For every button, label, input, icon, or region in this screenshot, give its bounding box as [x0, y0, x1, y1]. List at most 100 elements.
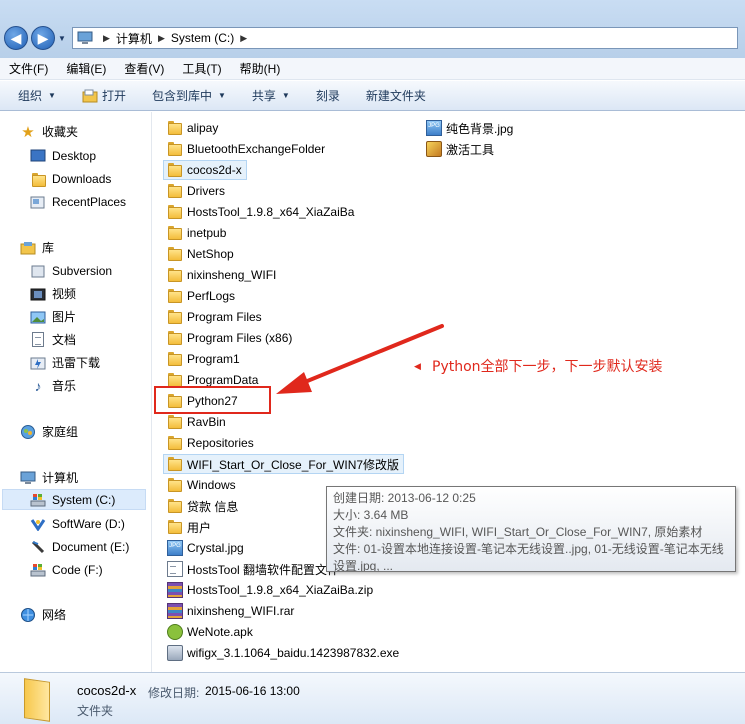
- nav-recent-places[interactable]: RecentPlaces: [30, 191, 126, 212]
- file-item-folder[interactable]: NetShop: [167, 244, 234, 264]
- file-item-folder[interactable]: cocos2d-x: [163, 160, 247, 180]
- organize-button[interactable]: 组织 ▼: [0, 87, 69, 104]
- file-item-image[interactable]: JPG 纯色背景.jpg: [426, 118, 513, 138]
- file-item-folder[interactable]: Program1: [167, 349, 240, 369]
- navigation-pane: ★ 收藏夹 Desktop Downloads RecentPlaces 库 S…: [0, 112, 152, 672]
- breadcrumb-system-c[interactable]: System (C:): [171, 31, 234, 45]
- jpg-image-icon: JPG: [167, 540, 183, 556]
- file-item-folder[interactable]: RavBin: [167, 412, 226, 432]
- menu-help[interactable]: 帮助(H): [231, 60, 290, 77]
- windows-drive-icon: [30, 492, 46, 508]
- file-item-archive[interactable]: HostsTool_1.9.8_x64_XiaZaiBa.zip: [167, 580, 373, 600]
- menu-view[interactable]: 查看(V): [115, 60, 173, 77]
- file-item-folder[interactable]: alipay: [167, 118, 218, 138]
- file-item-shortcut[interactable]: 激活工具: [426, 139, 494, 159]
- file-name: WIFI_Start_Or_Close_For_WIN7修改版: [187, 457, 400, 472]
- large-folder-icon: [20, 678, 50, 720]
- nav-subversion[interactable]: Subversion: [30, 260, 112, 281]
- file-name: cocos2d-x: [187, 163, 242, 177]
- file-item-folder[interactable]: WIFI_Start_Or_Close_For_WIN7修改版: [163, 454, 405, 474]
- nav-documents[interactable]: 文档: [30, 329, 76, 350]
- file-item-exe[interactable]: wifigx_3.1.1064_baidu.1423987832.exe: [167, 643, 399, 663]
- file-name: 激活工具: [446, 142, 495, 157]
- music-icon: ♪: [34, 377, 42, 394]
- nav-drive-system-c[interactable]: System (C:): [2, 489, 146, 510]
- include-in-library-button[interactable]: 包含到库中 ▼: [139, 87, 239, 104]
- nav-drive-code-f-label: Code (F:): [52, 562, 103, 577]
- nav-documents-label: 文档: [52, 333, 77, 347]
- back-button[interactable]: ◀: [4, 26, 28, 50]
- nav-thunder-downloads[interactable]: 迅雷下载: [30, 352, 100, 373]
- folder-icon: [167, 183, 183, 199]
- share-button[interactable]: 共享 ▼: [239, 87, 303, 104]
- file-item-folder[interactable]: PerfLogs: [167, 286, 235, 306]
- file-item-folder[interactable]: Repositories: [167, 433, 254, 453]
- file-name: HostsTool 翻墙软件配置文件: [187, 562, 340, 577]
- menu-edit[interactable]: 编辑(E): [57, 60, 115, 77]
- file-item-folder[interactable]: Program Files: [167, 307, 262, 327]
- file-item-folder[interactable]: 贷款 信息: [167, 496, 238, 516]
- nav-downloads[interactable]: Downloads: [30, 168, 111, 189]
- subversion-library-icon: [30, 263, 46, 279]
- documents-icon: [30, 332, 46, 348]
- recent-pages-dropdown-icon[interactable]: ▼: [58, 34, 66, 43]
- file-item-image[interactable]: JPG Crystal.jpg: [167, 538, 244, 558]
- nav-desktop[interactable]: Desktop: [30, 145, 96, 166]
- arrow-left-icon: ◀: [10, 30, 22, 46]
- file-name: HostsTool_1.9.8_x64_XiaZaiBa: [187, 205, 355, 219]
- file-item-archive[interactable]: nixinsheng_WIFI.rar: [167, 601, 294, 621]
- nav-homegroup[interactable]: 家庭组: [20, 421, 78, 442]
- file-item-apk[interactable]: WeNote.apk: [167, 622, 253, 642]
- burn-button[interactable]: 刻录: [303, 87, 353, 104]
- network-icon: [20, 607, 36, 623]
- file-item-folder[interactable]: Windows: [167, 475, 236, 495]
- forward-button[interactable]: ▶: [31, 26, 55, 50]
- file-name: nixinsheng_WIFI: [187, 268, 277, 282]
- nav-network[interactable]: 网络: [20, 604, 66, 625]
- nav-libraries[interactable]: 库: [20, 237, 54, 258]
- file-item-folder[interactable]: Program Files (x86): [167, 328, 292, 348]
- nav-recent-places-label: RecentPlaces: [52, 194, 127, 209]
- file-name: WeNote.apk: [187, 625, 253, 639]
- nav-pictures[interactable]: 图片: [30, 306, 76, 327]
- nav-drive-document-e[interactable]: Document (E:): [30, 536, 129, 557]
- folder-icon: [167, 120, 183, 136]
- open-button[interactable]: 打开: [69, 87, 139, 104]
- drive-e-icon: [30, 539, 46, 555]
- file-name: nixinsheng_WIFI.rar: [187, 604, 295, 618]
- nav-computer[interactable]: 计算机: [20, 467, 78, 488]
- nav-computer-label: 计算机: [42, 471, 79, 485]
- file-item-folder[interactable]: HostsTool_1.9.8_x64_XiaZaiBa: [167, 202, 354, 222]
- menu-file[interactable]: 文件(F): [0, 60, 57, 77]
- menu-tools[interactable]: 工具(T): [173, 60, 230, 77]
- file-name: Crystal.jpg: [187, 541, 244, 555]
- file-item-document[interactable]: HostsTool 翻墙软件配置文件: [167, 559, 339, 579]
- open-icon: [82, 89, 98, 102]
- nav-subversion-label: Subversion: [52, 263, 113, 278]
- file-item-folder[interactable]: inetpub: [167, 223, 226, 243]
- file-item-folder[interactable]: nixinsheng_WIFI: [167, 265, 276, 285]
- command-bar: 组织 ▼ 打开 包含到库中 ▼ 共享 ▼ 刻录 新建文件夹: [0, 81, 745, 111]
- pictures-icon: [30, 309, 46, 325]
- nav-music[interactable]: ♪ 音乐: [30, 375, 77, 396]
- nav-drive-software-d[interactable]: SoftWare (D:): [30, 513, 125, 534]
- file-item-folder[interactable]: 用户: [167, 517, 211, 537]
- file-item-folder[interactable]: BluetoothExchangeFolder: [167, 139, 325, 159]
- homegroup-icon: [20, 424, 36, 440]
- address-bar[interactable]: ▶ 计算机 ▶ System (C:) ▶: [72, 27, 738, 49]
- breadcrumb-separator-icon[interactable]: ▶: [240, 33, 247, 44]
- rar-archive-icon: [167, 603, 183, 619]
- nav-favorites[interactable]: ★ 收藏夹: [20, 121, 78, 142]
- nav-videos[interactable]: 视频: [30, 283, 76, 304]
- file-name: 贷款 信息: [187, 499, 239, 514]
- apk-icon: [167, 624, 183, 640]
- file-item-folder[interactable]: Drivers: [167, 181, 225, 201]
- folder-icon: [167, 267, 183, 283]
- nav-drive-code-f[interactable]: Code (F:): [30, 559, 103, 580]
- nav-downloads-label: Downloads: [52, 171, 112, 186]
- new-folder-button[interactable]: 新建文件夹: [353, 87, 439, 104]
- folder-icon: [167, 288, 183, 304]
- breadcrumb-computer[interactable]: 计算机: [116, 30, 152, 47]
- details-date-label: 修改日期:: [148, 686, 200, 700]
- folder-info-tooltip: 创建日期: 2013-06-12 0:25 大小: 3.64 MB 文件夹: n…: [326, 486, 736, 572]
